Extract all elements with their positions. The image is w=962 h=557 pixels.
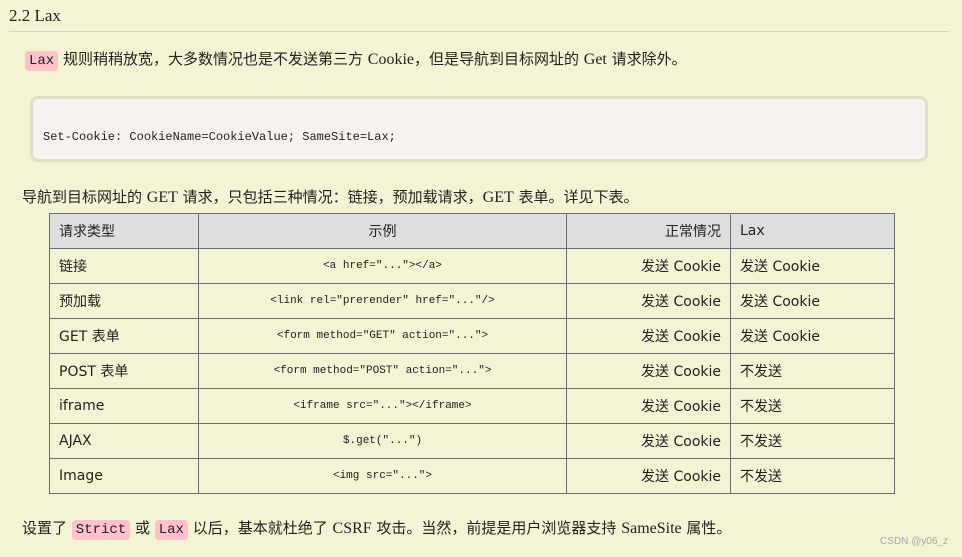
cell-type: 预加载: [49, 283, 199, 319]
nav-text-a: 导航到目标网址的: [22, 188, 147, 206]
section-heading: 2.2 Lax: [9, 6, 949, 32]
table-row: Image <img src="..."> 发送 Cookie 不发送: [49, 458, 895, 494]
cell-normal: 发送 Cookie: [566, 353, 731, 389]
table-row: 预加载 <link rel="prerender" href="..."/> 发…: [49, 283, 895, 319]
cell-normal: 发送 Cookie: [566, 248, 731, 284]
cell-normal: 发送 Cookie: [566, 318, 731, 354]
cell-type: AJAX: [49, 423, 199, 459]
inline-code-lax: Lax: [154, 520, 188, 540]
cell-example: <iframe src="..."></iframe>: [198, 388, 567, 424]
cell-lax: 不发送: [730, 353, 895, 389]
conclusion-paragraph: 设置了 Strict 或 Lax 以后，基本就杜绝了 CSRF 攻击。当然，前提…: [22, 517, 731, 540]
cell-type: iframe: [49, 388, 199, 424]
request-type-table: 请求类型 示例 正常情况 Lax 链接 <a href="..."></a> 发…: [49, 213, 895, 494]
conclusion-text-a: 设置了: [22, 519, 72, 537]
cell-lax: 发送 Cookie: [730, 283, 895, 319]
nav-text-c: 表单。详见下表。: [513, 188, 639, 206]
header-request-type: 请求类型: [49, 213, 199, 249]
table-row: AJAX $.get("...") 发送 Cookie 不发送: [49, 423, 895, 459]
watermark: CSDN @y06_z: [880, 536, 948, 547]
table-header-row: 请求类型 示例 正常情况 Lax: [49, 213, 895, 249]
header-example: 示例: [198, 213, 567, 249]
conclusion-text-b: 或: [130, 519, 155, 537]
cell-example: $.get("..."): [198, 423, 567, 459]
inline-code-strict: Strict: [71, 520, 131, 540]
cell-type: POST 表单: [49, 353, 199, 389]
cell-lax: 发送 Cookie: [730, 318, 895, 354]
conclusion-latin-b: SameSite: [621, 520, 682, 537]
cell-lax: 不发送: [730, 458, 895, 494]
cell-example: <link rel="prerender" href="..."/>: [198, 283, 567, 319]
code-block: Set-Cookie: CookieName=CookieValue; Same…: [30, 96, 928, 162]
cell-example: <form method="GET" action="...">: [198, 318, 567, 354]
header-lax: Lax: [730, 213, 895, 249]
cell-normal: 发送 Cookie: [566, 458, 731, 494]
nav-text-b: 请求，只包括三种情况：链接，预加载请求，: [177, 188, 483, 206]
nav-paragraph: 导航到目标网址的 GET 请求，只包括三种情况：链接，预加载请求，GET 表单。…: [22, 186, 639, 207]
cell-lax: 发送 Cookie: [730, 248, 895, 284]
intro-paragraph: Lax 规则稍稍放宽，大多数情况也是不发送第三方 Cookie，但是导航到目标网…: [25, 48, 687, 71]
cell-normal: 发送 Cookie: [566, 388, 731, 424]
nav-latin-b: GET: [482, 189, 514, 206]
intro-latin-b: Get: [583, 51, 607, 68]
cell-example: <a href="..."></a>: [198, 248, 567, 284]
table-row: GET 表单 <form method="GET" action="..."> …: [49, 318, 895, 354]
table-row: POST 表单 <form method="POST" action="..."…: [49, 353, 895, 389]
cell-example: <img src="...">: [198, 458, 567, 494]
code-line: Set-Cookie: CookieName=CookieValue; Same…: [43, 130, 396, 144]
conclusion-text-e: 属性。: [681, 519, 732, 537]
cell-lax: 不发送: [730, 388, 895, 424]
header-normal: 正常情况: [566, 213, 731, 249]
conclusion-text-d: 攻击。当然，前提是用户浏览器支持: [371, 519, 622, 537]
nav-latin-a: GET: [146, 189, 178, 206]
cell-type: GET 表单: [49, 318, 199, 354]
cell-normal: 发送 Cookie: [566, 423, 731, 459]
cell-normal: 发送 Cookie: [566, 283, 731, 319]
intro-text-a: 规则稍稍放宽，大多数情况也是不发送第三方: [58, 50, 368, 68]
cell-type: 链接: [49, 248, 199, 284]
conclusion-latin-a: CSRF: [332, 520, 372, 537]
intro-latin-a: Cookie: [367, 51, 414, 68]
cell-example: <form method="POST" action="...">: [198, 353, 567, 389]
conclusion-text-c: 以后，基本就杜绝了: [187, 519, 333, 537]
cell-type: Image: [49, 458, 199, 494]
table-row: 链接 <a href="..."></a> 发送 Cookie 发送 Cooki…: [49, 248, 895, 284]
inline-code-lax: Lax: [25, 51, 59, 71]
cell-lax: 不发送: [730, 423, 895, 459]
intro-text-b: ，但是导航到目标网址的: [413, 50, 584, 68]
intro-text-c: 请求除外。: [606, 50, 687, 68]
table-row: iframe <iframe src="..."></iframe> 发送 Co…: [49, 388, 895, 424]
